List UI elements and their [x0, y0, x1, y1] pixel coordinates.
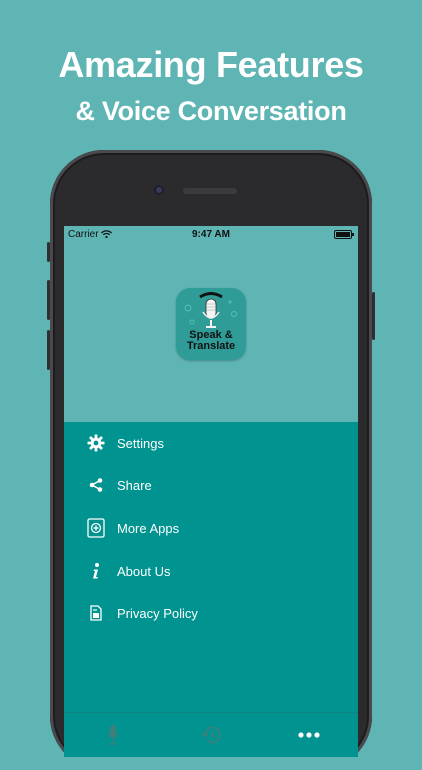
phone-screen: Carrier 9:47 AM Speak & Translate Settin…	[64, 226, 358, 770]
logo-line2: Translate	[186, 340, 236, 352]
tab-history[interactable]	[162, 713, 260, 757]
history-icon	[201, 726, 221, 744]
app-logo-text: Speak & Translate	[176, 330, 246, 352]
menu-item-about-us[interactable]: About Us	[64, 550, 358, 592]
side-menu: Settings Share More Apps About Us Privac…	[64, 422, 358, 712]
tab-more[interactable]	[260, 713, 358, 757]
tab-bar	[64, 712, 358, 757]
menu-item-settings[interactable]: Settings	[64, 422, 358, 464]
mute-switch	[47, 242, 50, 262]
volume-down-button	[47, 330, 50, 370]
more-dots-icon	[298, 732, 320, 738]
menu-label-settings: Settings	[117, 435, 164, 451]
menu-item-privacy-policy[interactable]: Privacy Policy	[64, 592, 358, 634]
menu-label-share: Share	[117, 477, 152, 493]
menu-label-about-us: About Us	[117, 563, 171, 579]
document-icon	[86, 603, 106, 623]
earpiece-speaker	[183, 188, 237, 194]
more-apps-icon	[86, 518, 106, 538]
status-time: 9:47 AM	[192, 229, 230, 240]
headline-title: Amazing Features	[58, 44, 364, 85]
front-camera	[154, 185, 164, 195]
info-icon	[86, 561, 106, 581]
app-logo: Speak & Translate	[176, 288, 246, 360]
menu-label-more-apps: More Apps	[117, 520, 180, 536]
gear-icon	[86, 433, 106, 453]
menu-item-more-apps[interactable]: More Apps	[64, 507, 358, 549]
menu-label-privacy-policy: Privacy Policy	[117, 605, 198, 621]
microphone-icon	[106, 725, 120, 745]
status-bar: Carrier 9:47 AM	[64, 226, 358, 244]
phone-frame: Carrier 9:47 AM Speak & Translate Settin…	[47, 150, 375, 770]
share-icon	[86, 475, 106, 495]
volume-up-button	[47, 280, 50, 320]
tab-microphone[interactable]	[64, 713, 162, 757]
battery-icon	[334, 230, 354, 239]
menu-item-share[interactable]: Share	[64, 464, 358, 506]
headline-subtitle: & Voice Conversation	[75, 96, 347, 126]
power-button	[372, 292, 375, 340]
